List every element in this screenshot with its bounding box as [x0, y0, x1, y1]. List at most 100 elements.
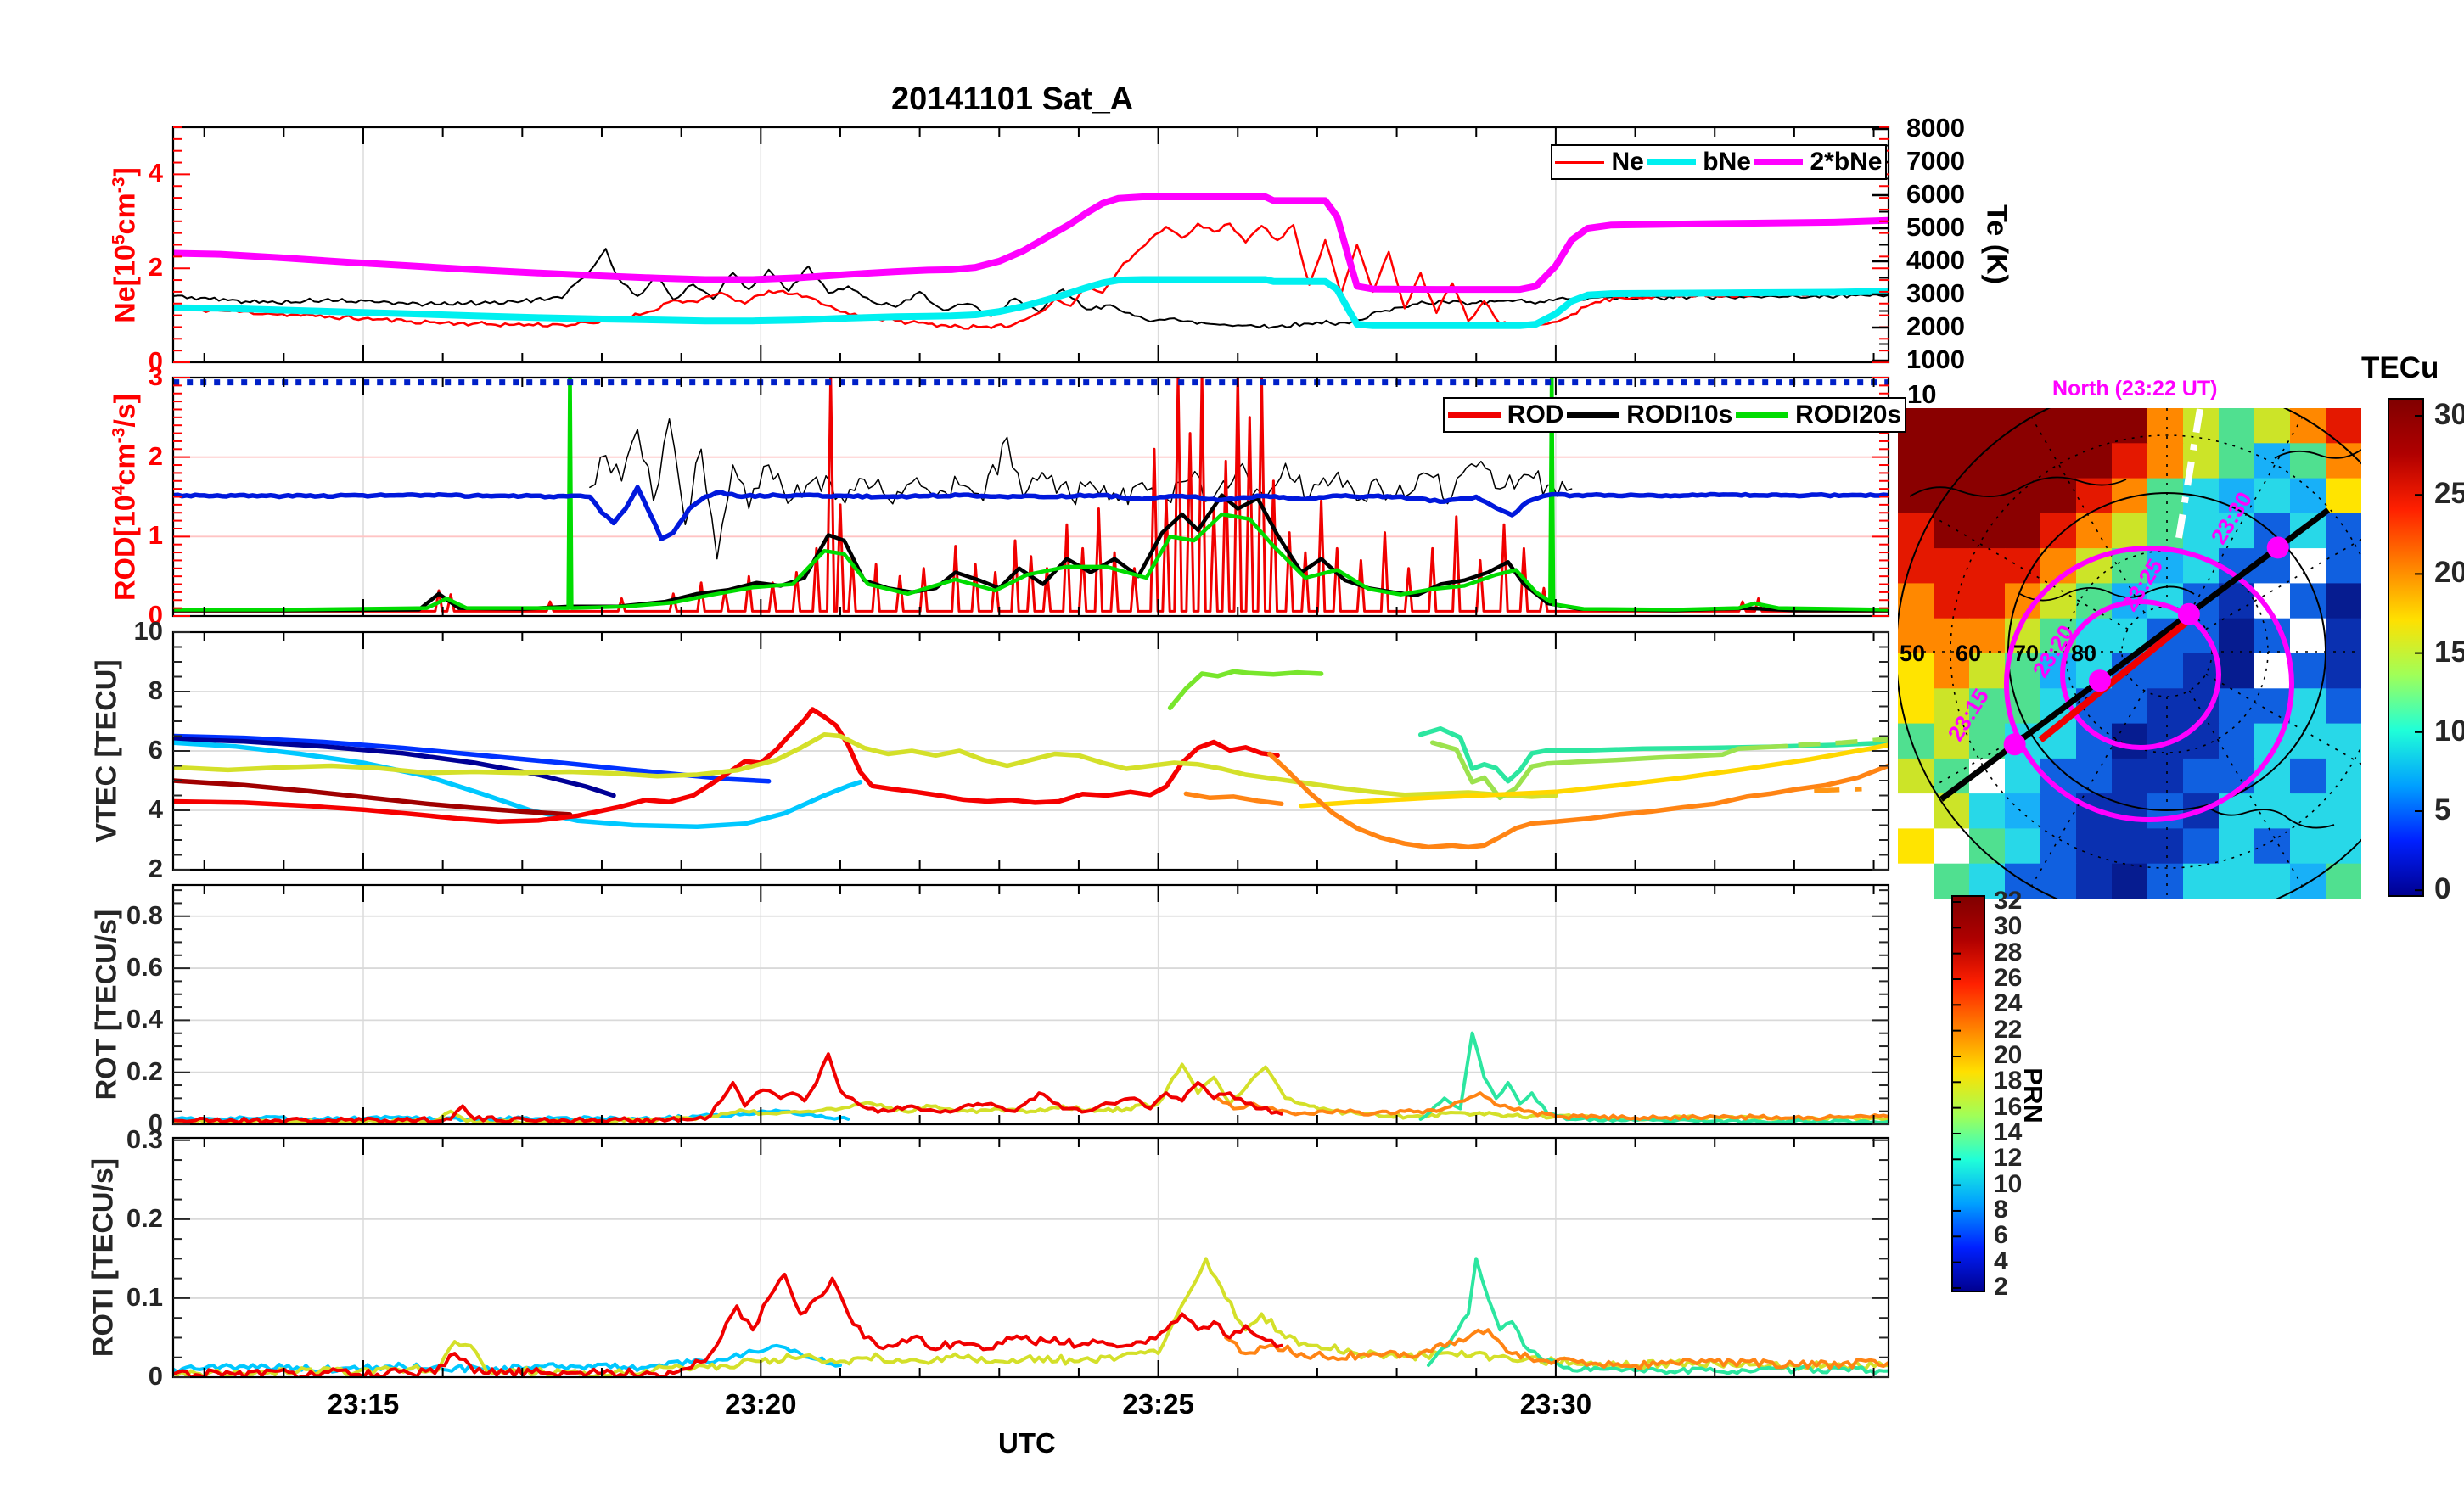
x-tick-label: 23:20: [725, 1388, 797, 1420]
y-axis-label-part: ROT [TECU/s]: [90, 909, 123, 1101]
map-cell: [2112, 793, 2148, 830]
map-cell: [2326, 758, 2361, 794]
map-cell: [2112, 513, 2148, 549]
legend-label: bNe: [1703, 148, 1751, 176]
plot-canvas: [171, 126, 2424, 1379]
map-cell: [1934, 863, 1970, 899]
map-cell: [1898, 478, 1934, 514]
map-cell: [2147, 653, 2184, 690]
map-cell: [2183, 758, 2220, 794]
map-cell: [2290, 863, 2326, 899]
track-time-dot: [2003, 733, 2026, 756]
map-cell: [2076, 758, 2113, 794]
map-cell: [2040, 513, 2077, 549]
map-cell: [2326, 828, 2361, 865]
map-lat-label: 70: [2013, 641, 2040, 666]
y-axis-label-part: ROD[10: [109, 494, 142, 601]
map-cell: [2112, 688, 2148, 725]
tecu-colorbar-title: TECu: [2361, 351, 2439, 384]
series-group: [173, 1257, 1889, 1377]
te-tick-label: 8000: [1906, 113, 1965, 143]
map-cell: [2326, 443, 2361, 479]
map-cell: [2290, 653, 2326, 690]
series-orange: [1215, 1091, 1889, 1122]
te-tick-label: 6000: [1906, 179, 1965, 209]
map-cell: [2112, 408, 2148, 445]
map-cell: [1898, 443, 1934, 479]
y-axis-label-part: cm: [109, 442, 142, 485]
series-RODI10s: [173, 493, 1889, 613]
map-cell: [1934, 478, 1970, 514]
panel-vtec: [171, 630, 1890, 871]
map-cell: [2040, 828, 2077, 865]
legend-label: Ne: [1611, 148, 1644, 176]
legend-item: bNe: [1647, 148, 1751, 176]
panel-box: [171, 883, 1890, 1126]
map-cell: [2219, 443, 2255, 479]
map-cell: [2326, 688, 2361, 725]
legend-label: 2*bNe: [1810, 148, 1883, 176]
prn-colorbar-label: PRN: [2018, 1067, 2048, 1123]
map-cell: [2005, 828, 2041, 865]
series-PRN-cyan: [173, 740, 863, 830]
prn-tick-label: 16: [1994, 1092, 2023, 1121]
prn-tick-label: 12: [1994, 1144, 2023, 1173]
series-black-raw: [589, 417, 1573, 560]
te-tick-label: 2000: [1906, 311, 1965, 341]
map-cell: [1898, 513, 1934, 549]
map-cell: [2326, 408, 2361, 445]
te-tick-label: 5000: [1906, 212, 1965, 242]
map-lat-label: 50: [1900, 641, 1926, 666]
te-axis-label: Te (K): [1980, 204, 2013, 284]
map-cell: [2254, 758, 2291, 794]
map-cell: [2076, 478, 2113, 514]
map-cell: [2076, 863, 2113, 899]
map-cell: [2147, 828, 2184, 865]
map-cell: [1934, 443, 1970, 479]
map-cell: [2219, 723, 2255, 759]
legend-line-rod: [1447, 412, 1501, 418]
series-group: [173, 1031, 1889, 1124]
te-tick-label: 1000: [1906, 344, 1965, 374]
prn-tick-label: 22: [1994, 1015, 2023, 1044]
map-cell: [2040, 408, 2077, 445]
y-axis-label-part: VTEC [TECU]: [90, 659, 123, 843]
map-cell: [2219, 688, 2255, 725]
series-PRN-yellow: [1299, 742, 1889, 809]
series-PRN-orange-dash: [1814, 787, 1862, 793]
map-cell: [2326, 863, 2361, 899]
tecu-tick-label: 0: [2434, 872, 2451, 906]
tecu-tick-label: 5: [2434, 793, 2451, 826]
y-tick-label-vtec: 2: [148, 854, 163, 883]
y-axis-label-part: ]: [109, 166, 142, 177]
prn-tick-label: 6: [1994, 1221, 2008, 1250]
map-cell: [2326, 618, 2361, 654]
x-tick-label: 23:15: [327, 1388, 400, 1420]
y-axis-label-roti: ROTI [TECU/s]: [87, 1158, 121, 1357]
legend-label: RODI10s: [1626, 401, 1733, 429]
map-cell: [2112, 828, 2148, 865]
map-cell: [2040, 443, 2077, 479]
track-time-dot: [2088, 669, 2111, 692]
y-axis-label-ne: Ne[105cm-3]: [109, 167, 143, 323]
map-cell: [1898, 688, 1934, 725]
x-axis-label: UTC: [998, 1427, 1056, 1459]
y-axis-label-rot: ROT [TECU/s]: [91, 910, 124, 1101]
legend-item: Ne: [1555, 148, 1644, 176]
te-tick-label: 7000: [1906, 146, 1965, 176]
map-cell: [2147, 793, 2184, 830]
legend-rod-panel: ROD RODI10s RODI20s: [1443, 397, 1906, 433]
series-blue-smooth: [173, 485, 1889, 541]
y-tick-label-roti: 0: [148, 1361, 163, 1391]
prn-tick-label: 26: [1994, 963, 2023, 992]
map-cell: [2254, 863, 2291, 899]
tecu-colorbar: [2388, 398, 2424, 897]
y-axis-label-vtec: VTEC [TECU]: [91, 659, 124, 842]
y-axis-label-part: cm: [109, 192, 142, 234]
legend-line-2bne: [1754, 159, 1804, 165]
map-cell: [2219, 408, 2255, 445]
map-cell: [2005, 478, 2041, 514]
prn-colorbar: [1951, 895, 1985, 1292]
legend-line-ne: [1555, 160, 1605, 164]
legend-item: ROD: [1447, 401, 1563, 429]
